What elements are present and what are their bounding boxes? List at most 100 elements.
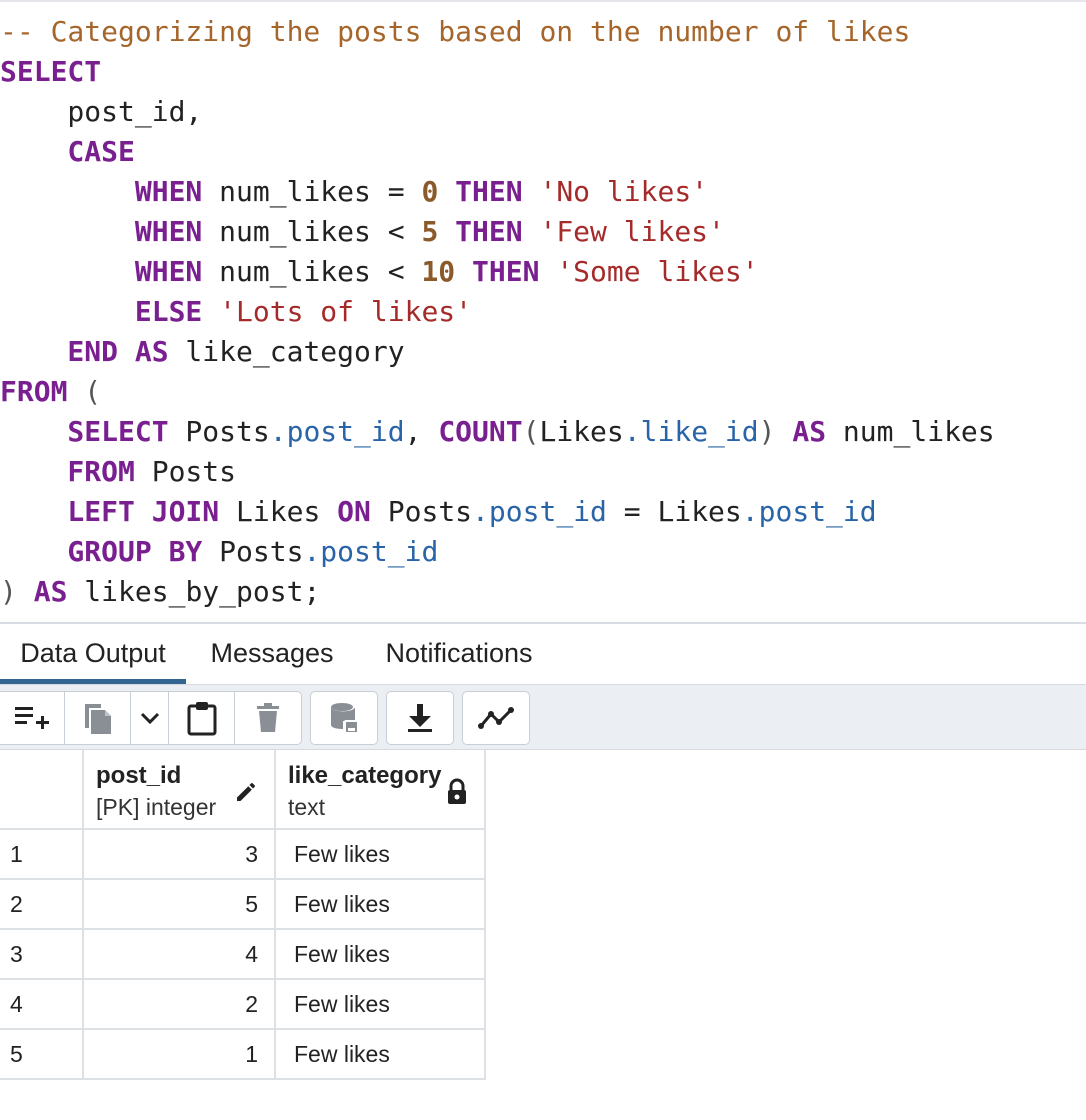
row-number[interactable]: 5 xyxy=(0,1030,84,1080)
code-line[interactable]: GROUP BY Posts.post_id xyxy=(0,532,438,572)
code-line[interactable]: ) AS likes_by_post; xyxy=(0,572,320,612)
code-token: .post_id xyxy=(472,495,607,528)
paste-button[interactable] xyxy=(169,692,235,744)
graph-visualiser-button[interactable] xyxy=(463,692,529,744)
code-token: .like_id xyxy=(623,415,759,448)
code-token: END AS xyxy=(0,335,169,368)
cell-post-id[interactable]: 1 xyxy=(84,1030,276,1080)
code-line[interactable]: LEFT JOIN Likes ON Posts.post_id = Likes… xyxy=(0,492,877,532)
tab-data-output[interactable]: Data Output xyxy=(0,624,186,684)
code-token: WHEN xyxy=(0,215,203,248)
code-token: COUNT xyxy=(438,415,523,448)
code-token: FROM xyxy=(0,455,135,488)
row-number[interactable]: 3 xyxy=(0,930,84,980)
add-row-button[interactable] xyxy=(0,692,65,744)
code-line[interactable]: WHEN num_likes < 10 THEN 'Some likes' xyxy=(0,252,759,292)
code-token: -- Categorizing the posts based on the n… xyxy=(0,15,911,48)
cell-post-id[interactable]: 5 xyxy=(84,880,276,930)
chevron-down-icon xyxy=(140,712,159,725)
code-token: Likes xyxy=(219,495,338,528)
save-data-button[interactable] xyxy=(311,692,377,744)
tab-notifications[interactable]: Notifications xyxy=(362,624,556,684)
code-token: num_likes xyxy=(826,415,995,448)
column-name: post_id xyxy=(96,762,182,789)
copy-options-dropdown[interactable] xyxy=(131,692,169,744)
code-token: 10 xyxy=(421,255,456,288)
row-number-header[interactable] xyxy=(0,750,84,830)
cell-like-category[interactable]: Few likes xyxy=(276,930,486,980)
code-token: ( xyxy=(67,375,102,408)
cell-like-category[interactable]: Few likes xyxy=(276,980,486,1030)
download-button[interactable] xyxy=(387,692,453,744)
tab-messages[interactable]: Messages xyxy=(192,624,352,684)
cell-post-id[interactable]: 4 xyxy=(84,930,276,980)
code-token: Posts xyxy=(370,495,473,528)
code-token: , xyxy=(404,415,439,448)
code-line[interactable]: WHEN num_likes < 5 THEN 'Few likes' xyxy=(0,212,725,252)
paste-icon xyxy=(187,702,216,736)
edit-icon xyxy=(237,783,255,801)
code-token: .post_id xyxy=(303,535,439,568)
code-token: num_likes = xyxy=(202,175,422,208)
code-token: ) xyxy=(758,415,776,448)
row-number[interactable]: 4 xyxy=(0,980,84,1030)
column-header-like-category[interactable]: like_category text xyxy=(276,750,486,830)
column-header-post-id[interactable]: post_id [PK] integer xyxy=(84,750,276,830)
results-tabs: Data Output Messages Notifications xyxy=(0,624,1086,684)
code-token: likes_by_post; xyxy=(67,575,321,608)
row-edit-group xyxy=(0,691,302,745)
code-token: .post_id xyxy=(741,495,877,528)
code-token: num_likes < xyxy=(202,255,422,288)
download-icon xyxy=(408,704,432,732)
code-token: num_likes < xyxy=(202,215,422,248)
code-token: .post_id xyxy=(269,415,405,448)
copy-button[interactable] xyxy=(65,692,131,744)
code-line[interactable]: WHEN num_likes = 0 THEN 'No likes' xyxy=(0,172,708,212)
results-toolbar xyxy=(0,684,1086,750)
code-token: 'Lots of likes' xyxy=(202,295,473,328)
code-token: AS xyxy=(16,575,68,608)
code-token: WHEN xyxy=(0,255,203,288)
code-line[interactable]: END AS like_category xyxy=(0,332,405,372)
lock-icon xyxy=(448,778,466,804)
cell-like-category[interactable]: Few likes xyxy=(276,880,486,930)
add-row-icon xyxy=(14,707,49,729)
cell-like-category[interactable]: Few likes xyxy=(276,1030,486,1080)
graph-icon xyxy=(478,707,514,729)
save-data-group xyxy=(310,691,378,745)
code-line[interactable]: -- Categorizing the posts based on the n… xyxy=(0,12,910,52)
row-number[interactable]: 1 xyxy=(0,830,84,880)
code-token: 0 xyxy=(421,175,439,208)
code-token: LEFT JOIN xyxy=(0,495,220,528)
download-group xyxy=(386,691,454,745)
code-line[interactable]: SELECT Posts.post_id, COUNT(Likes.like_i… xyxy=(0,412,995,452)
code-token: SELECT xyxy=(0,55,102,88)
code-line[interactable]: post_id, xyxy=(0,92,202,132)
code-token: Posts xyxy=(168,415,270,448)
cell-post-id[interactable]: 2 xyxy=(84,980,276,1030)
code-token: ) xyxy=(0,575,17,608)
code-line[interactable]: ELSE 'Lots of likes' xyxy=(0,292,472,332)
row-number[interactable]: 2 xyxy=(0,880,84,930)
code-token: 'Some likes' xyxy=(539,255,759,288)
code-line[interactable]: FROM Posts xyxy=(0,452,236,492)
code-token: ( xyxy=(522,415,540,448)
column-name: like_category xyxy=(288,762,442,789)
cell-like-category[interactable]: Few likes xyxy=(276,830,486,880)
delete-button[interactable] xyxy=(235,692,301,744)
code-token: Posts xyxy=(202,535,304,568)
code-token: 'No likes' xyxy=(522,175,709,208)
code-token: CASE xyxy=(0,135,135,168)
code-line[interactable]: FROM ( xyxy=(0,372,101,412)
code-token: ELSE xyxy=(0,295,203,328)
cell-post-id[interactable]: 3 xyxy=(84,830,276,880)
code-line[interactable]: SELECT xyxy=(0,52,101,92)
code-line[interactable]: CASE xyxy=(0,132,135,172)
graph-group xyxy=(462,691,530,745)
code-token: like_category xyxy=(168,335,405,368)
copy-icon xyxy=(84,704,111,734)
code-token: THEN xyxy=(438,215,523,248)
delete-icon xyxy=(257,703,279,732)
sql-editor[interactable]: -- Categorizing the posts based on the n… xyxy=(0,0,1086,622)
code-token: SELECT xyxy=(0,415,169,448)
